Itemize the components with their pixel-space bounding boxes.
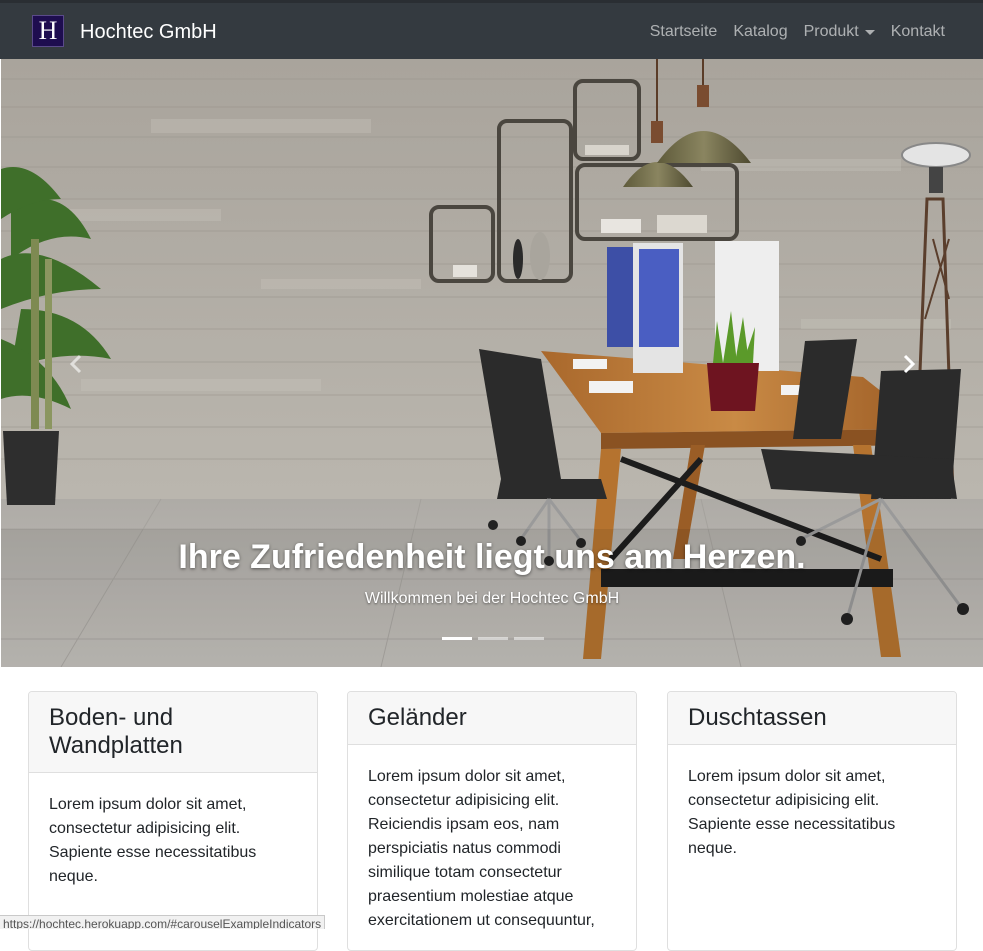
caret-down-icon [864, 29, 875, 35]
nav-link-kontakt[interactable]: Kontakt [891, 22, 945, 42]
card-title: Duschtassen [668, 692, 956, 745]
card-title: Geländer [348, 692, 636, 745]
carousel-indicators [442, 637, 550, 640]
browser-status-url: https://hochtec.herokuapp.com/#carouselE… [0, 915, 326, 929]
carousel-prev-button[interactable] [61, 349, 91, 379]
carousel-caption-subtitle: Willkommen bei der Hochtec GmbH [364, 590, 620, 607]
card-boden-wandplatten: Boden- und Wandplatten Lorem ipsum dolor… [28, 691, 318, 951]
navbar: H Hochtec GmbH Startseite Katalog Produk… [0, 0, 983, 59]
nav-link-produkt-dropdown[interactable]: Produkt [804, 22, 875, 42]
card-title: Boden- und Wandplatten [29, 692, 317, 773]
card-text: Lorem ipsum dolor sit amet, consectetur … [49, 796, 257, 885]
nav-link-katalog[interactable]: Katalog [733, 22, 787, 42]
carousel-indicator-3[interactable] [514, 637, 544, 640]
card-text: Lorem ipsum dolor sit amet, consectetur … [368, 768, 595, 929]
card-duschtassen: Duschtassen Lorem ipsum dolor sit amet, … [667, 691, 957, 951]
nav-links: Startseite Katalog Produkt Kontakt [634, 22, 945, 42]
brand-name[interactable]: Hochtec GmbH [80, 20, 217, 44]
nav-link-produkt-label: Produkt [803, 23, 859, 40]
nav-link-startseite[interactable]: Startseite [650, 22, 718, 42]
brand-logo[interactable]: H [32, 15, 64, 47]
chevron-left-icon [69, 354, 82, 374]
carousel-next-button[interactable] [894, 349, 924, 379]
chevron-right-icon [903, 354, 916, 374]
carousel-caption-title: Ihre Zufriedenheit liegt uns am Herzen. [178, 538, 806, 576]
hero-carousel: Ihre Zufriedenheit liegt uns am Herzen. … [1, 59, 983, 667]
card-text: Lorem ipsum dolor sit amet, consectetur … [688, 768, 896, 857]
card-gelaender: Geländer Lorem ipsum dolor sit amet, con… [347, 691, 637, 951]
carousel-indicator-2[interactable] [478, 637, 508, 640]
carousel-indicator-1[interactable] [442, 637, 472, 640]
